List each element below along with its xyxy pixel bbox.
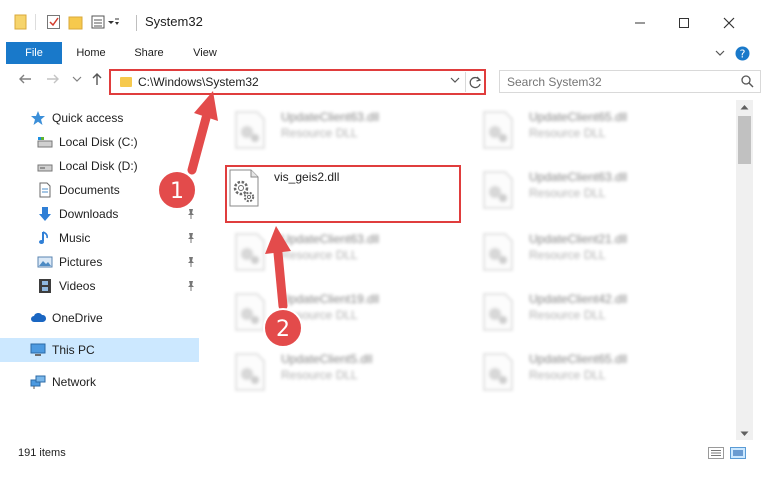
- nav-item-onedrive[interactable]: OneDrive: [0, 306, 199, 330]
- nav-item-local-disk-c[interactable]: Local Disk (C:): [0, 130, 199, 154]
- file-item[interactable]: UpdateClient65.dll Resource DLL: [467, 344, 707, 402]
- dll-gear-icon: [481, 170, 515, 210]
- step-2-badge: 2: [263, 308, 303, 348]
- file-item[interactable]: UpdateClient63.dll Resource DLL: [467, 162, 707, 220]
- dll-gear-icon: [481, 292, 515, 332]
- close-button[interactable]: [716, 10, 742, 36]
- file-item[interactable]: UpdateClient21.dll Resource DLL: [467, 224, 707, 282]
- item-count: 191 items: [18, 447, 66, 459]
- network-icon: [30, 374, 46, 390]
- pin-icon[interactable]: [186, 208, 196, 220]
- drive-icon: [37, 134, 53, 150]
- new-folder-icon[interactable]: [68, 11, 84, 33]
- address-path[interactable]: C:\Windows\System32: [138, 75, 259, 89]
- refresh-icon[interactable]: [465, 72, 485, 92]
- dll-gear-icon: [481, 352, 515, 392]
- nav-item-music[interactable]: Music: [0, 226, 199, 250]
- film-icon: [37, 278, 53, 294]
- status-bar: 191 items: [0, 440, 769, 479]
- forward-arrow-icon[interactable]: [44, 72, 62, 90]
- vertical-scrollbar[interactable]: [736, 100, 753, 440]
- svg-text:?: ?: [739, 47, 745, 60]
- customize-toolbar-icon[interactable]: [91, 11, 119, 33]
- file-item[interactable]: UpdateClient63.dll Resource DLL: [219, 224, 459, 282]
- nav-item-pictures[interactable]: Pictures: [0, 250, 199, 274]
- dll-gear-icon: [481, 110, 515, 150]
- cloud-icon: [30, 310, 47, 326]
- large-icons-view-icon[interactable]: [730, 447, 747, 460]
- title-bar: System32: [0, 0, 769, 42]
- app-folder-icon: [14, 11, 28, 33]
- ribbon-tabs: File Home Share View ?: [0, 42, 769, 64]
- navigation-pane: Quick access Local Disk (C:) Local Disk …: [0, 100, 205, 440]
- pin-icon[interactable]: [186, 256, 196, 268]
- file-item[interactable]: UpdateClient19.dll Resource DLL: [219, 284, 459, 342]
- address-toolbar: C:\Windows\System32: [0, 64, 769, 100]
- expand-ribbon-icon[interactable]: [712, 45, 728, 61]
- dll-gear-icon: [233, 232, 267, 272]
- recent-locations-icon[interactable]: [68, 72, 86, 90]
- tab-home[interactable]: Home: [68, 42, 114, 64]
- back-arrow-icon[interactable]: [16, 72, 34, 90]
- file-item[interactable]: UpdateClient42.dll Resource DLL: [467, 284, 707, 342]
- document-icon: [37, 182, 53, 198]
- dll-gear-icon: [233, 292, 267, 332]
- dll-gear-icon: [233, 110, 267, 150]
- search-input[interactable]: [500, 71, 730, 92]
- pin-icon[interactable]: [186, 232, 196, 244]
- nav-item-videos[interactable]: Videos: [0, 274, 199, 298]
- dll-gear-icon: [233, 352, 267, 392]
- file-item[interactable]: UpdateClient63.dll Resource DLL: [219, 102, 459, 160]
- window-title: System32: [145, 14, 203, 29]
- address-bar[interactable]: C:\Windows\System32: [109, 69, 486, 95]
- music-note-icon: [37, 230, 53, 246]
- star-icon: [30, 110, 46, 126]
- file-list: UpdateClient63.dll Resource DLL UpdateCl…: [205, 100, 736, 440]
- nav-item-quick-access[interactable]: Quick access: [0, 106, 199, 130]
- tab-file[interactable]: File: [6, 42, 62, 64]
- nav-item-network[interactable]: Network: [0, 370, 199, 394]
- scroll-up-icon[interactable]: [739, 103, 750, 115]
- folder-icon: [120, 77, 132, 87]
- highlighted-file-frame: [225, 165, 461, 223]
- picture-icon: [37, 254, 53, 270]
- tab-share[interactable]: Share: [126, 42, 172, 64]
- search-icon[interactable]: [741, 75, 754, 91]
- step-1-badge: 1: [157, 170, 197, 210]
- details-view-icon[interactable]: [708, 447, 725, 460]
- file-item[interactable]: UpdateClient65.dll Resource DLL: [467, 102, 707, 160]
- up-arrow-icon[interactable]: [88, 72, 106, 90]
- drive-icon: [37, 158, 53, 174]
- minimize-button[interactable]: [627, 10, 653, 36]
- properties-icon[interactable]: [46, 11, 62, 33]
- file-item[interactable]: UpdateClient5.dll Resource DLL: [219, 344, 459, 402]
- dll-gear-icon: [481, 232, 515, 272]
- address-dropdown-icon[interactable]: [450, 75, 460, 88]
- download-arrow-icon: [37, 206, 53, 222]
- search-box[interactable]: [499, 70, 761, 93]
- tab-view[interactable]: View: [182, 42, 228, 64]
- pin-icon[interactable]: [186, 280, 196, 292]
- help-icon[interactable]: ?: [734, 45, 750, 61]
- scrollbar-thumb[interactable]: [738, 116, 751, 164]
- maximize-button[interactable]: [671, 10, 697, 36]
- monitor-icon: [30, 342, 46, 358]
- nav-item-this-pc[interactable]: This PC: [0, 338, 199, 362]
